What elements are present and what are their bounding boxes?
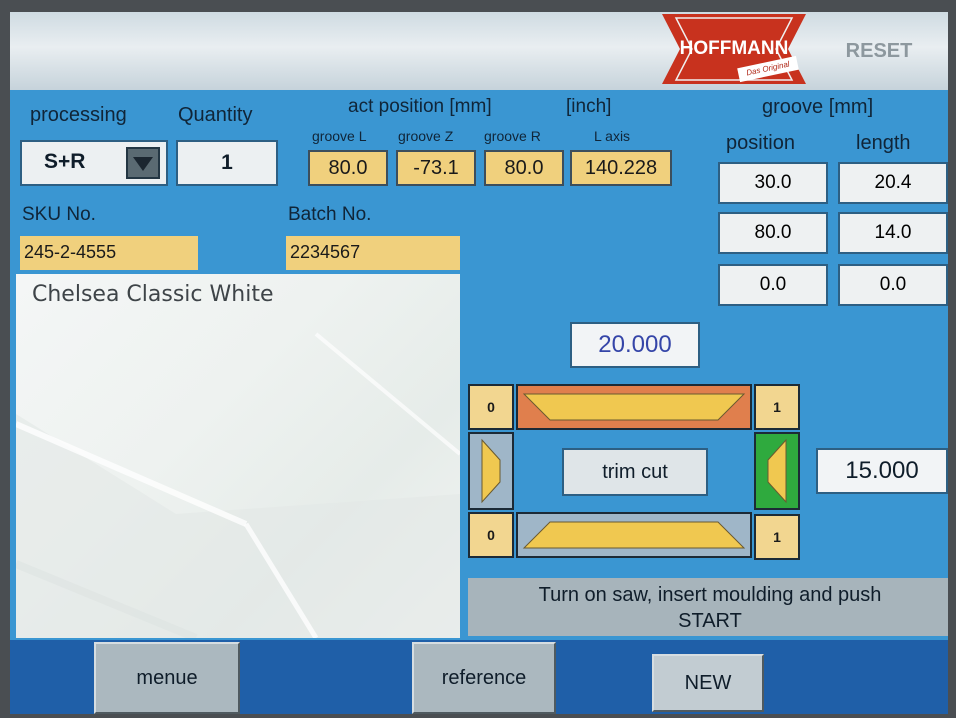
processing-value: S+R [44,150,86,173]
processing-select[interactable]: S+R [20,140,168,186]
side-trim-value[interactable]: 15.000 [816,448,948,494]
hoffmann-logo: HOFFMANN Das Original [662,14,806,84]
status-message: Turn on saw, insert moulding and push ST… [468,578,948,636]
left-saw-bar[interactable] [468,432,514,510]
sku-field[interactable]: 245-2-4555 [20,236,198,270]
groove-position-3[interactable]: 0.0 [718,264,828,306]
bottom-saw-bar[interactable] [516,512,752,558]
product-panel: Chelsea Classic White [16,274,460,638]
groove-position-1[interactable]: 30.0 [718,162,828,204]
bottom-right-indicator: 1 [754,514,800,560]
reset-button[interactable]: RESET [816,26,942,76]
l-axis-label: L axis [594,128,631,144]
groove-z-value: -73.1 [396,150,476,186]
status-message-line1: Turn on saw, insert moulding and push [538,584,882,606]
groove-position-2[interactable]: 80.0 [718,212,828,254]
top-left-indicator: 0 [468,384,514,430]
groove-position-header: position [726,132,795,154]
quantity-label: Quantity [178,104,253,126]
batch-label: Batch No. [288,204,372,225]
top-right-indicator: 1 [754,384,800,430]
footer-bar: menue reference NEW [10,640,948,714]
reference-button[interactable]: reference [412,642,556,714]
groove-z-label: groove Z [398,128,454,144]
l-axis-value: 140.228 [570,150,672,186]
groove-l-label: groove L [312,128,367,144]
groove-r-value: 80.0 [484,150,564,186]
act-position-label: act position [mm] [348,96,492,117]
menue-button[interactable]: menue [94,642,240,714]
groove-length-header: length [856,132,911,154]
top-saw-bar[interactable] [516,384,752,430]
groove-mm-label: groove [mm] [762,96,874,118]
quantity-field[interactable]: 1 [176,140,278,186]
logo-text: HOFFMANN [679,38,789,59]
groove-length-3[interactable]: 0.0 [838,264,948,306]
inch-label: [inch] [566,96,612,117]
groove-l-value: 80.0 [308,150,388,186]
trim-width-value[interactable]: 20.000 [570,322,700,368]
groove-length-2[interactable]: 14.0 [838,212,948,254]
top-bar: HOFFMANN Das Original RESET [10,12,948,90]
status-message-line2: START [678,610,742,632]
hmi-screen: HOFFMANN Das Original RESET processing Q… [10,12,948,714]
groove-length-1[interactable]: 20.4 [838,162,948,204]
batch-field[interactable]: 2234567 [286,236,460,270]
groove-r-label: groove R [484,128,541,144]
processing-label: processing [30,104,127,126]
right-saw-bar[interactable] [754,432,800,510]
dropdown-arrow-icon[interactable] [126,147,160,179]
product-panel-background [16,332,460,638]
product-name: Chelsea Classic White [32,282,274,307]
sku-label: SKU No. [22,204,96,225]
bottom-left-indicator: 0 [468,512,514,558]
trim-cut-button[interactable]: trim cut [562,448,708,496]
new-button[interactable]: NEW [652,654,764,712]
